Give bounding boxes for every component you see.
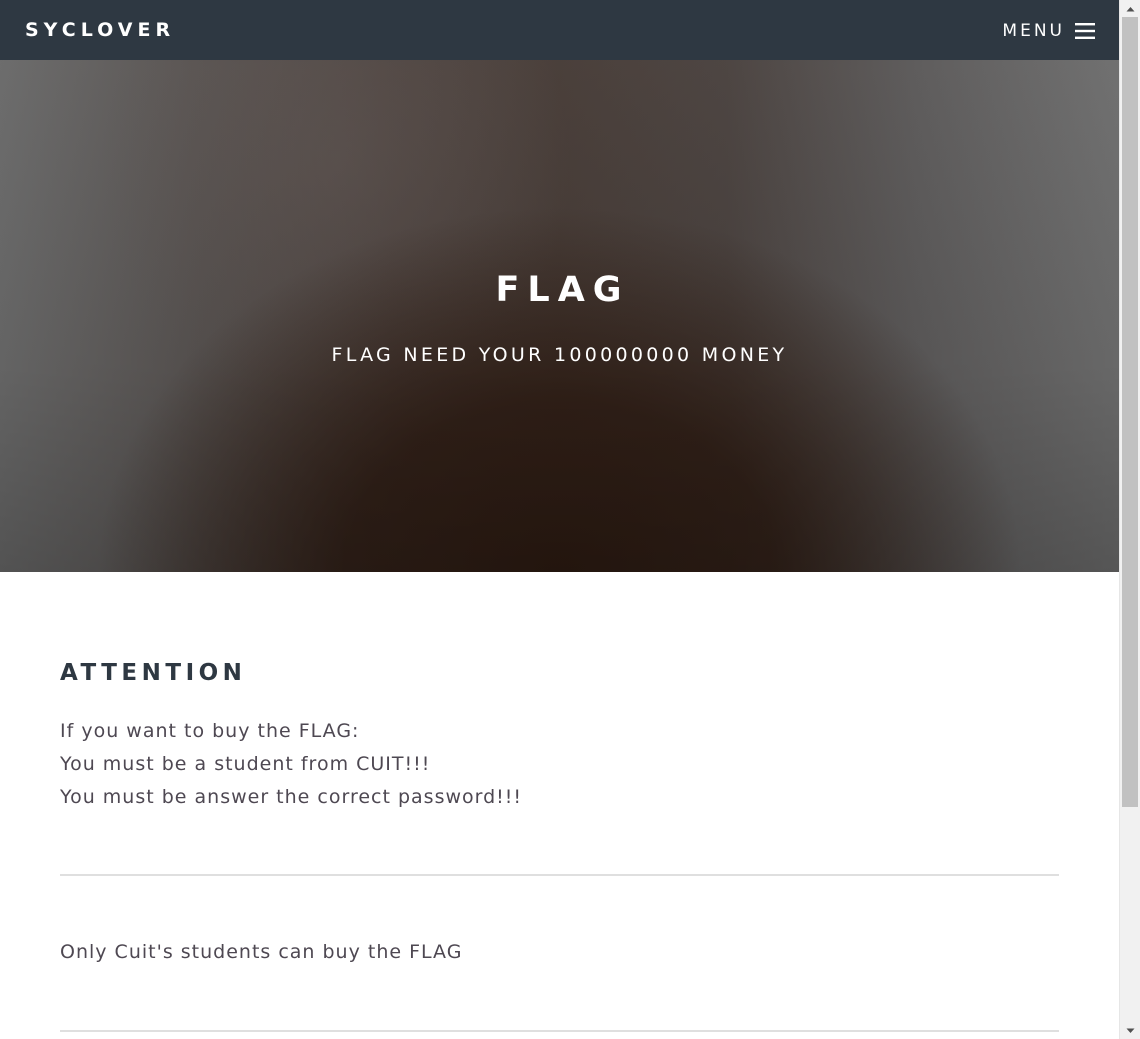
hero-subtitle: FLAG NEED YOUR 100000000 MONEY	[331, 344, 788, 366]
attention-line: You must be answer the correct password!…	[60, 786, 523, 808]
page-viewport: SYCLOVER MENU FLAG FLAG NEED YOUR 100000…	[0, 0, 1119, 1039]
scrollbar-thumb[interactable]	[1122, 17, 1138, 807]
banner-background-image	[0, 60, 1119, 572]
attention-heading: ATTENTION	[60, 660, 247, 686]
scroll-down-arrow-icon[interactable]	[1120, 1022, 1140, 1039]
attention-line: If you want to buy the FLAG:	[60, 720, 360, 742]
site-brand[interactable]: SYCLOVER	[25, 18, 175, 42]
scroll-up-arrow-icon[interactable]	[1120, 0, 1140, 17]
hero-title: FLAG	[495, 270, 630, 310]
section-divider	[60, 874, 1059, 876]
section-divider	[60, 1030, 1059, 1032]
hero-banner: FLAG FLAG NEED YOUR 100000000 MONEY	[0, 60, 1119, 572]
vertical-scrollbar[interactable]	[1119, 0, 1140, 1039]
attention-line: You must be a student from CUIT!!!	[60, 753, 431, 775]
students-only-notice: Only Cuit's students can buy the FLAG	[60, 941, 463, 963]
top-navigation-bar: SYCLOVER MENU	[0, 0, 1119, 60]
hamburger-menu-icon	[1075, 22, 1095, 40]
menu-label: MENU	[1002, 21, 1065, 41]
menu-button[interactable]: MENU	[1002, 18, 1095, 44]
